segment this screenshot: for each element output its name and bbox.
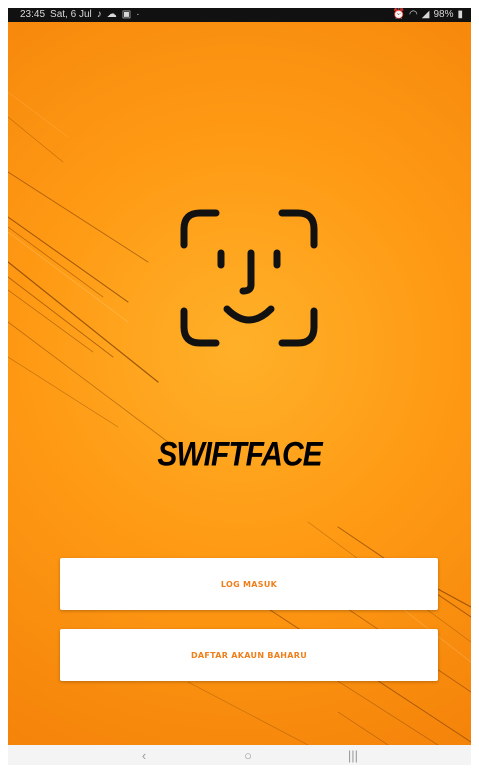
tiktok-icon: ♪ <box>96 9 102 20</box>
login-button[interactable]: LOG MASUK <box>60 558 438 610</box>
device-frame: 23:45 Sat, 6 Jul ♪ ☁ ▣ · ⏰ ◠ ◢ 98% ▮ SWI… <box>8 8 471 765</box>
home-icon[interactable]: ○ <box>228 745 268 765</box>
face-id-icon <box>180 209 318 347</box>
status-date: Sat, 6 Jul <box>50 9 92 20</box>
recent-apps-icon[interactable]: ||| <box>333 745 373 765</box>
status-right: ⏰ ◠ ◢ 98% ▮ <box>393 8 463 22</box>
app-screen: SWIFTFACE LOG MASUK DAFTAR AKAUN BAHARU <box>8 22 471 745</box>
dot-icon: · <box>136 9 140 20</box>
status-time: 23:45 <box>20 9 46 20</box>
battery-percent: 98% <box>433 9 454 20</box>
register-button[interactable]: DAFTAR AKAUN BAHARU <box>60 629 438 681</box>
image-icon: ▣ <box>121 9 132 20</box>
back-icon[interactable]: ‹ <box>124 745 164 765</box>
navigation-bar: ‹ ○ ||| <box>8 745 471 765</box>
signal-icon: ◢ <box>421 9 430 20</box>
battery-icon: ▮ <box>457 9 463 20</box>
status-bar: 23:45 Sat, 6 Jul ♪ ☁ ▣ · ⏰ ◠ ◢ 98% ▮ <box>8 8 471 22</box>
alarm-icon: ⏰ <box>392 9 406 20</box>
cloud-icon: ☁ <box>106 9 117 20</box>
wifi-icon: ◠ <box>409 9 418 20</box>
status-left: 23:45 Sat, 6 Jul ♪ ☁ ▣ · <box>20 8 140 22</box>
app-brand-title: SWIFTFACE <box>157 435 322 474</box>
